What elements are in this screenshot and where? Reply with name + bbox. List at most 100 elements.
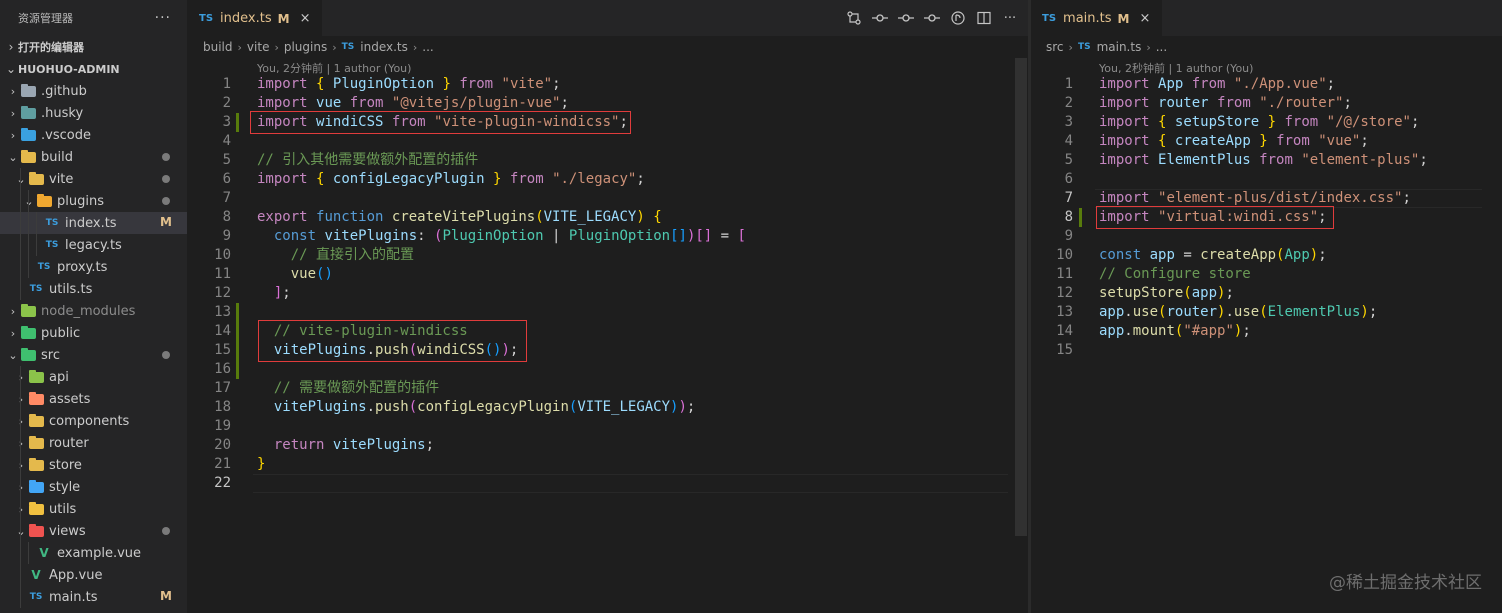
code-line[interactable]: // 直接引入的配置 bbox=[257, 246, 414, 265]
more-actions-icon[interactable]: ··· bbox=[1002, 10, 1018, 26]
code-line[interactable]: const app = createApp(App); bbox=[1099, 246, 1327, 265]
tree-item-public[interactable]: › public bbox=[0, 322, 187, 344]
code-line[interactable]: import { createApp } from "vue"; bbox=[1099, 132, 1369, 151]
breadcrumb-item[interactable]: src bbox=[1046, 40, 1064, 54]
added-lines-gutter[interactable] bbox=[236, 303, 239, 379]
code-token: | bbox=[543, 228, 569, 244]
breadcrumb-item[interactable]: plugins bbox=[284, 40, 327, 54]
tree-item-index-ts[interactable]: TS index.ts M bbox=[0, 212, 187, 234]
code-line[interactable]: } bbox=[257, 455, 265, 474]
added-lines-gutter[interactable] bbox=[1079, 208, 1082, 227]
code-line[interactable]: // 需要做额外配置的插件 bbox=[257, 379, 439, 398]
tree-item-api[interactable]: › api bbox=[0, 366, 187, 388]
open-changes-icon[interactable] bbox=[950, 10, 966, 26]
tree-item-github[interactable]: › .github bbox=[0, 80, 187, 102]
code-token: app bbox=[1099, 304, 1125, 320]
breadcrumb-item[interactable]: ... bbox=[1156, 40, 1167, 54]
code-line[interactable]: import App from "./App.vue"; bbox=[1099, 75, 1335, 94]
close-icon[interactable]: × bbox=[300, 11, 311, 26]
modified-badge: M bbox=[160, 589, 172, 603]
tab-main-ts[interactable]: TS main.ts M × bbox=[1031, 0, 1163, 36]
tree-item-main-ts[interactable]: TS main.ts M bbox=[0, 586, 187, 608]
modified-dot bbox=[162, 197, 170, 205]
tree-item-vscode[interactable]: › .vscode bbox=[0, 124, 187, 146]
added-lines-gutter[interactable] bbox=[236, 113, 239, 132]
code-token: app bbox=[1099, 323, 1125, 339]
tree-item-build[interactable]: ⌄ build bbox=[0, 146, 187, 168]
tree-item-store[interactable]: › store bbox=[0, 454, 187, 476]
code-token: import bbox=[1099, 152, 1150, 168]
folder-icon bbox=[20, 325, 36, 340]
breadcrumb-item[interactable]: main.ts bbox=[1097, 40, 1142, 54]
git-commit-icon[interactable] bbox=[898, 10, 914, 26]
compare-changes-icon[interactable] bbox=[846, 10, 862, 26]
tree-item-vite[interactable]: ⌄ vite bbox=[0, 168, 187, 190]
tree-item-app-vue[interactable]: V App.vue bbox=[0, 564, 187, 586]
code-line[interactable]: ]; bbox=[257, 284, 291, 303]
breadcrumb-item[interactable]: vite bbox=[247, 40, 270, 54]
code-token: from bbox=[1284, 114, 1319, 130]
code-token: . bbox=[1124, 323, 1133, 339]
tree-item-components[interactable]: › components bbox=[0, 410, 187, 432]
code-token: = bbox=[1174, 247, 1201, 263]
breadcrumb-item[interactable]: build bbox=[203, 40, 233, 54]
previous-change-icon[interactable] bbox=[872, 10, 888, 26]
tree-item-views[interactable]: ⌄ views bbox=[0, 520, 187, 542]
line-number: 3 bbox=[222, 114, 231, 130]
close-icon[interactable]: × bbox=[1139, 11, 1150, 26]
breadcrumb: src › TS main.ts ›... bbox=[1031, 36, 1502, 58]
code-token: ; bbox=[636, 171, 645, 187]
code-line[interactable]: export function createVitePlugins(VITE_L… bbox=[257, 208, 662, 227]
typescript-file-icon: TS bbox=[1042, 13, 1057, 24]
next-change-icon[interactable] bbox=[924, 10, 940, 26]
tree-item-node-modules[interactable]: › node_modules bbox=[0, 300, 187, 322]
typescript-file-icon: TS bbox=[37, 262, 51, 272]
code-line[interactable]: import { setupStore } from "/@/store"; bbox=[1099, 113, 1419, 132]
code-line[interactable]: import { configLegacyPlugin } from "./le… bbox=[257, 170, 645, 189]
code-line[interactable]: import router from "./router"; bbox=[1099, 94, 1352, 113]
tree-item-assets[interactable]: › assets bbox=[0, 388, 187, 410]
breadcrumb-item[interactable]: index.ts bbox=[360, 40, 408, 54]
tree-item-utils[interactable]: › utils bbox=[0, 498, 187, 520]
tree-item-plugins[interactable]: ⌄ plugins bbox=[0, 190, 187, 212]
tree-item-label: utils.ts bbox=[49, 281, 93, 297]
code-line[interactable]: // 引入其他需要做额外配置的插件 bbox=[257, 151, 478, 170]
tree-item-utils-ts[interactable]: TS utils.ts bbox=[0, 278, 187, 300]
chevron-right-icon: › bbox=[10, 106, 16, 120]
tree-item-husky[interactable]: › .husky bbox=[0, 102, 187, 124]
tab-index-ts[interactable]: TS index.ts M × bbox=[188, 0, 323, 36]
code-line[interactable]: app.mount("#app"); bbox=[1099, 322, 1251, 341]
code-line[interactable]: const vitePlugins: (PluginOption | Plugi… bbox=[257, 227, 746, 246]
tree-item-style[interactable]: › style bbox=[0, 476, 187, 498]
vertical-scrollbar[interactable] bbox=[1015, 58, 1027, 536]
tree-item-proxy-ts[interactable]: TS proxy.ts bbox=[0, 256, 187, 278]
code-line[interactable]: // Configure store bbox=[1099, 265, 1251, 284]
code-token: App bbox=[1284, 247, 1310, 263]
project-section[interactable]: ⌄ HUOHUO-ADMIN bbox=[0, 58, 187, 80]
code-line[interactable]: return vitePlugins; bbox=[257, 436, 434, 455]
split-editor-icon[interactable] bbox=[976, 10, 992, 26]
line-number: 21 bbox=[214, 456, 231, 472]
code-token: ElementPlus bbox=[1267, 304, 1361, 320]
code-token: ElementPlus bbox=[1158, 152, 1251, 168]
code-line[interactable]: vitePlugins.push(configLegacyPlugin(VITE… bbox=[257, 398, 696, 417]
tree-item-example-vue[interactable]: Vexample.vue bbox=[0, 542, 187, 564]
tree-item-legacy-ts[interactable]: TS legacy.ts bbox=[0, 234, 187, 256]
line-number: 20 bbox=[214, 437, 231, 453]
code-line[interactable]: vue() bbox=[257, 265, 333, 284]
code-line[interactable]: import { PluginOption } from "vite"; bbox=[257, 75, 561, 94]
more-actions-icon[interactable]: ··· bbox=[155, 10, 171, 26]
code-line[interactable]: import ElementPlus from "element-plus"; bbox=[1099, 151, 1428, 170]
code-token: import bbox=[1099, 76, 1150, 92]
tree-item-src[interactable]: ⌄ src bbox=[0, 344, 187, 366]
open-editors-section[interactable]: › 打开的编辑器 bbox=[0, 36, 187, 58]
tree-item-router[interactable]: › router bbox=[0, 432, 187, 454]
code-line[interactable]: app.use(router).use(ElementPlus); bbox=[1099, 303, 1377, 322]
tree-item-label: router bbox=[49, 435, 89, 451]
chevron-right-icon: › bbox=[18, 414, 24, 428]
breadcrumb-item[interactable]: ... bbox=[422, 40, 433, 54]
code-line[interactable]: setupStore(app); bbox=[1099, 284, 1234, 303]
